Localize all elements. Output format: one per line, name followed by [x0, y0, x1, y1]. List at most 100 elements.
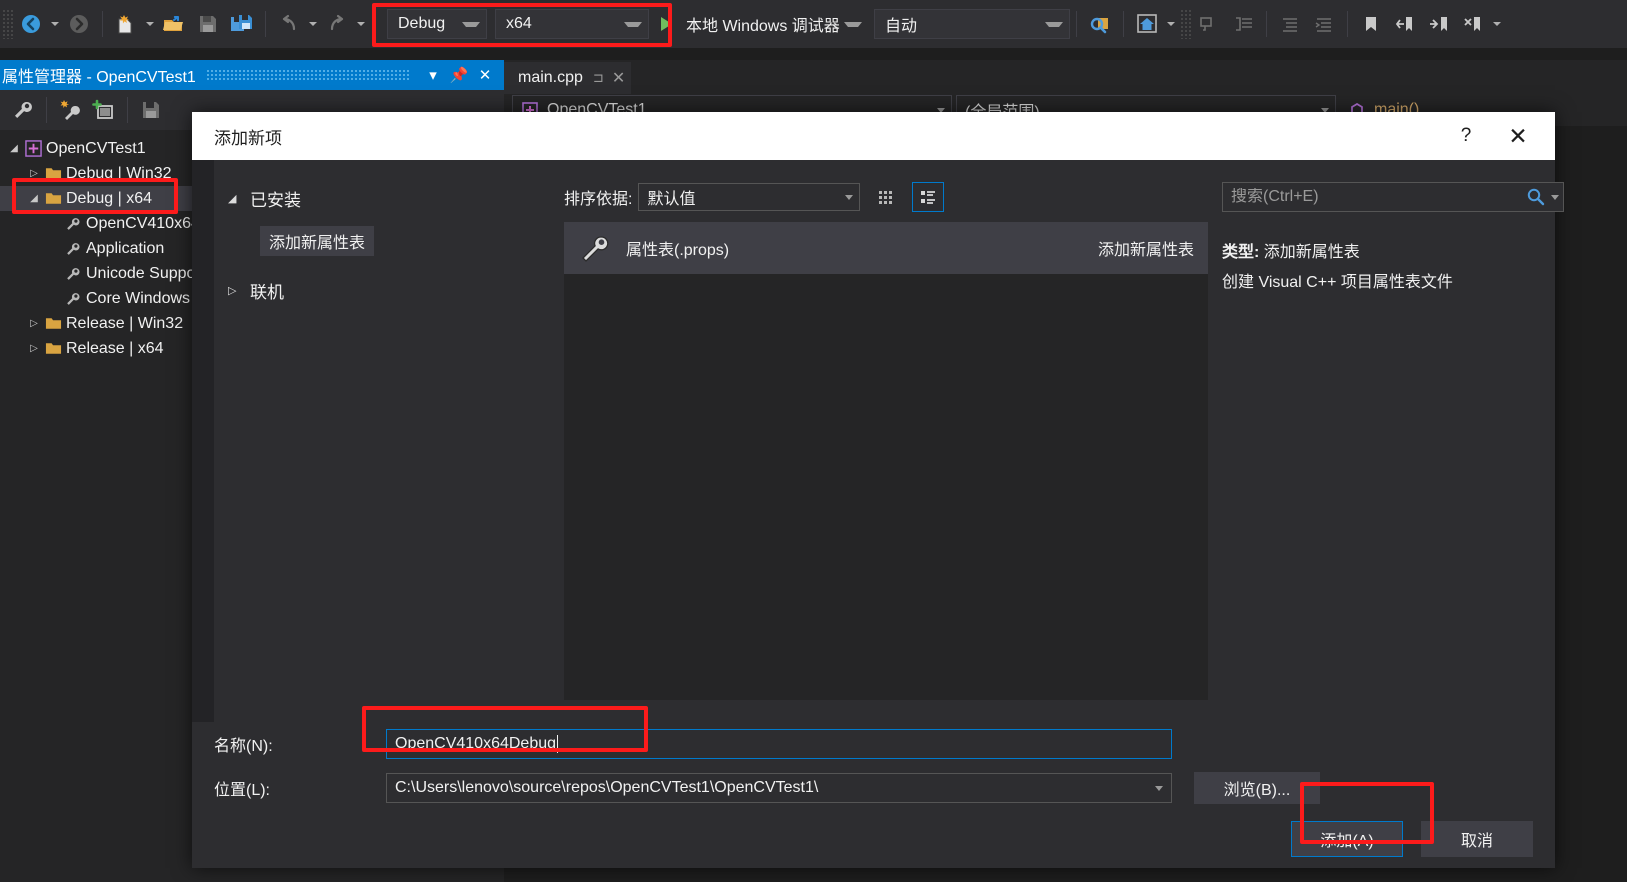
auto-value: 自动 — [885, 12, 917, 36]
magnifier-icon[interactable] — [1523, 184, 1549, 210]
open-folder-icon[interactable] — [157, 7, 191, 41]
location-value: C:\Users\lenovo\source\repos\OpenCVTest1… — [395, 779, 818, 797]
toggle-bookmark-icon[interactable] — [1354, 7, 1388, 41]
configuration-combo[interactable]: Debug — [387, 9, 487, 39]
tree-item-label: Application — [84, 240, 164, 258]
toolbar-grip-2[interactable] — [1180, 9, 1192, 39]
dialog-template-area: 排序依据: 默认值 — [554, 160, 1208, 722]
next-bookmark-icon[interactable] — [1422, 7, 1456, 41]
debug-target-value: 本地 Windows 调试器 — [686, 12, 840, 36]
chevron-down-icon — [1045, 22, 1063, 27]
chevron-down-icon — [624, 22, 642, 27]
wrench-icon — [62, 291, 84, 307]
folder-icon — [42, 341, 64, 356]
increase-indent-icon[interactable] — [1307, 7, 1341, 41]
search-input[interactable] — [1231, 188, 1523, 206]
tree-item-label: OpenCV410x64 — [84, 215, 200, 233]
wrench-icon[interactable] — [6, 93, 40, 127]
find-in-files-icon[interactable] — [1083, 7, 1117, 41]
redo-icon[interactable] — [320, 7, 354, 41]
browse-button[interactable]: 浏览(B)... — [1194, 772, 1320, 804]
chevron-down-icon — [844, 22, 862, 27]
template-source: 添加新属性表 — [1098, 236, 1194, 260]
toolbar-separator — [102, 11, 103, 37]
chevron-down-icon[interactable]: ▾ — [420, 62, 446, 88]
undo-dropdown-icon[interactable] — [306, 7, 320, 41]
nav-back-icon[interactable] — [14, 7, 48, 41]
pm-separator — [46, 97, 47, 123]
toolbar-separator-7 — [1347, 11, 1348, 37]
save-icon[interactable] — [134, 93, 168, 127]
save-all-icon[interactable] — [225, 7, 259, 41]
new-file-icon[interactable] — [109, 7, 143, 41]
toolbar-grip[interactable] — [2, 9, 14, 39]
auto-combo[interactable]: 自动 — [874, 9, 1070, 39]
chevron-down-icon — [845, 195, 853, 200]
previous-bookmark-icon[interactable] — [1388, 7, 1422, 41]
subcategory-row: 添加新属性表 — [214, 226, 554, 256]
wrench-sparkle-icon[interactable] — [53, 93, 87, 127]
dialog-titlebar: 添加新项 ? ✕ — [192, 112, 1555, 160]
name-input[interactable]: OpenCV410x64Debug — [386, 729, 1172, 759]
chevron-collapsed-icon[interactable]: ▷ — [26, 318, 42, 329]
pin-icon[interactable]: 📌 — [446, 62, 472, 88]
name-label: 名称(N): — [214, 732, 386, 756]
toolbar-separator-6 — [1266, 11, 1267, 37]
search-box[interactable] — [1222, 182, 1564, 212]
category-online[interactable]: ▷ 联机 — [214, 274, 554, 306]
toolbar-overflow-icon[interactable] — [1490, 7, 1504, 41]
tree-item-label: OpenCVTest1 — [44, 140, 146, 158]
save-icon[interactable] — [191, 7, 225, 41]
clear-bookmarks-icon[interactable] — [1456, 7, 1490, 41]
add-button[interactable]: 添加(A) — [1291, 821, 1403, 857]
sort-combo[interactable]: 默认值 — [638, 183, 860, 211]
cancel-button[interactable]: 取消 — [1421, 821, 1533, 857]
chevron-collapsed-icon[interactable]: ▷ — [26, 168, 42, 179]
home-dropdown-icon[interactable] — [1164, 7, 1178, 41]
chevron-expanded-icon: ◢ — [228, 192, 250, 205]
chevron-expanded-icon[interactable]: ◢ — [26, 193, 42, 204]
location-combo[interactable]: C:\Users\lenovo\source\repos\OpenCVTest1… — [386, 773, 1172, 803]
template-item-props[interactable]: 属性表(.props) 添加新属性表 — [564, 222, 1208, 274]
titlebar-drag-dots[interactable] — [206, 69, 410, 81]
uncomment-selection-icon[interactable] — [1226, 7, 1260, 41]
nav-forward-icon[interactable] — [62, 7, 96, 41]
tab-label: main.cpp — [518, 69, 583, 87]
start-debug-icon[interactable] — [661, 17, 672, 31]
tab-main-cpp[interactable]: main.cpp ⊐ ✕ — [504, 62, 631, 94]
debug-target-combo[interactable]: 本地 Windows 调试器 — [676, 9, 868, 39]
toolbar-separator-4 — [1076, 11, 1077, 37]
list-view-icon[interactable] — [912, 182, 944, 212]
comment-selection-icon[interactable] — [1192, 7, 1226, 41]
wrench-icon — [62, 241, 84, 257]
undo-icon[interactable] — [272, 7, 306, 41]
new-file-dropdown-icon[interactable] — [143, 7, 157, 41]
close-icon[interactable]: ✕ — [472, 62, 498, 88]
home-icon[interactable] — [1130, 7, 1164, 41]
close-button[interactable]: ✕ — [1489, 113, 1547, 159]
nav-back-dropdown-icon[interactable] — [48, 7, 62, 41]
chevron-collapsed-icon[interactable]: ▷ — [26, 343, 42, 354]
small-icons-view-icon[interactable] — [870, 182, 902, 212]
tree-item-label: Debug | Win32 — [64, 165, 172, 183]
toolbar-separator-3 — [374, 11, 375, 37]
detail-description-text: 创建 Visual C++ 项目属性表文件 — [1222, 268, 1564, 298]
toolbar-separator-2 — [265, 11, 266, 37]
platform-value: x64 — [506, 15, 532, 33]
project-icon — [22, 140, 44, 157]
chevron-expanded-icon[interactable]: ◢ — [6, 143, 22, 154]
template-list[interactable]: 属性表(.props) 添加新属性表 — [564, 222, 1208, 700]
platform-combo[interactable]: x64 — [495, 9, 649, 39]
help-button[interactable]: ? — [1443, 113, 1489, 159]
chevron-down-icon — [1155, 786, 1163, 791]
close-icon[interactable]: ✕ — [612, 68, 625, 88]
subcategory-add-new-property-sheet[interactable]: 添加新属性表 — [260, 226, 374, 256]
dialog-title: 添加新项 — [214, 124, 282, 149]
decrease-indent-icon[interactable] — [1273, 7, 1307, 41]
redo-dropdown-icon[interactable] — [354, 7, 368, 41]
add-sheet-icon[interactable] — [87, 93, 121, 127]
category-installed[interactable]: ◢ 已安装 — [214, 182, 554, 214]
pin-icon[interactable]: ⊐ — [593, 70, 604, 86]
tree-item-label: Debug | x64 — [64, 190, 152, 208]
chevron-down-icon[interactable] — [1551, 195, 1559, 200]
